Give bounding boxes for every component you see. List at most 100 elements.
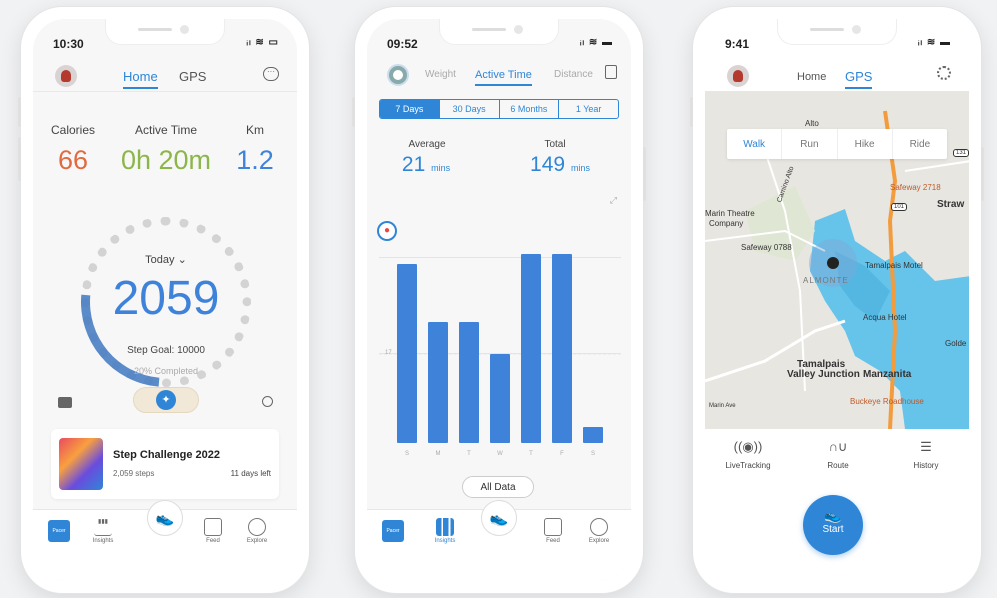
nav-insights[interactable]: Insights <box>425 518 465 544</box>
map-road <box>904 160 969 172</box>
map-label-buckeye: Buckeye Roadhouse <box>850 397 924 406</box>
phone-gps: 9:41 ᵢₗ ≋ ▬ Home GPS Alto Safeway 2718 M… <box>690 6 984 594</box>
range-30-days[interactable]: 30 Days <box>440 100 500 118</box>
nav-feed-label: Feed <box>206 538 220 544</box>
notch <box>439 19 559 45</box>
nav-center-shoe-button[interactable]: 👟 <box>147 500 183 536</box>
chart-bar[interactable] <box>552 254 572 443</box>
map-label-golden: Golde <box>945 339 967 348</box>
tab-active-time[interactable]: Active Time <box>475 69 532 86</box>
search-icon[interactable] <box>262 396 273 407</box>
nav-explore[interactable]: Explore <box>579 518 619 544</box>
map-label-safeway-2718: Safeway 2718 <box>890 183 941 192</box>
total-number: 149 <box>530 153 566 176</box>
expand-icon[interactable]: ⤢ <box>610 195 617 206</box>
live-tracking-label: LiveTracking <box>725 461 771 470</box>
day-selector[interactable]: Today ⌄ <box>116 253 216 266</box>
map-label-manzanita: Manzanita <box>863 369 912 380</box>
phone-active-time: 09:52 ᵢₗ ≋ ▬ Weight Active Time Distance… <box>352 6 646 594</box>
average-unit: mins <box>431 163 451 173</box>
range-6-months[interactable]: 6 Months <box>500 100 560 118</box>
chart-bar[interactable] <box>459 322 479 443</box>
bottom-nav: Pacer ▮▮▮ Insights 👟 Feed Explore <box>33 500 297 581</box>
route-label: Route <box>827 461 849 470</box>
map-label-alto: Alto <box>805 119 819 128</box>
nav-logo-button[interactable]: Pacer <box>382 520 404 542</box>
history-button[interactable]: ☰ History <box>891 439 961 470</box>
chart-bar[interactable] <box>397 264 417 443</box>
chart-x-label: S <box>590 451 595 457</box>
active-time-label: Active Time <box>134 123 197 137</box>
all-data-button[interactable]: All Data <box>462 476 534 498</box>
start-label: Start <box>822 524 844 535</box>
avatar[interactable] <box>55 65 77 87</box>
notes-icon[interactable] <box>605 65 617 79</box>
status-time: 9:41 <box>725 37 750 51</box>
nav-insights[interactable]: ▮▮▮ Insights <box>83 518 123 544</box>
map-label-company: Company <box>709 219 744 228</box>
phone-home: 10:30 ᵢₗ ≋ ▭ Home GPS ··· Calories Activ… <box>18 6 310 594</box>
status-time: 09:52 <box>387 37 418 51</box>
gear-icon[interactable] <box>937 66 951 80</box>
range-7-days[interactable]: 7 Days <box>380 100 440 118</box>
tab-weight[interactable]: Weight <box>425 69 456 80</box>
phone-side-button <box>643 147 646 201</box>
challenge-card[interactable]: Step Challenge 2022 2,059 steps 11 days … <box>51 429 279 499</box>
notch <box>105 19 225 45</box>
screen: 9:41 ᵢₗ ≋ ▬ Home GPS Alto Safeway 2718 M… <box>705 19 969 581</box>
runner-icon: ✦ <box>156 390 176 410</box>
completion-text: 20% Completed <box>133 366 199 376</box>
nav-insights-label: Insights <box>434 538 456 544</box>
shoe-icon: 👟 <box>824 507 842 523</box>
map-label-valley-junction: Valley Junction <box>787 369 860 380</box>
status-icons: ᵢₗ ≋ ▭ <box>246 37 279 48</box>
location-dot <box>827 257 839 269</box>
start-button[interactable]: 👟 Start <box>803 495 863 555</box>
nav-insights-label: Insights <box>92 538 114 544</box>
chart-bar[interactable] <box>583 427 603 443</box>
gps-actions: ((◉)) LiveTracking ∩∪ Route ☰ History <box>705 431 969 487</box>
map-label-safeway-0788: Safeway 0788 <box>741 243 792 252</box>
explore-icon <box>248 518 266 536</box>
active-time-chart: 17 S M T W T F S <box>379 229 621 465</box>
mode-hike[interactable]: Hike <box>838 129 893 159</box>
nav-center-shoe-button[interactable]: 👟 <box>481 500 517 536</box>
map-label-motel: Tamalpais Motel <box>865 261 923 270</box>
camera-icon[interactable] <box>58 397 72 408</box>
mode-walk[interactable]: Walk <box>727 129 783 159</box>
tab-distance[interactable]: Distance <box>554 69 593 80</box>
mode-run[interactable]: Run <box>782 129 838 159</box>
chart-x-label: T <box>467 451 471 457</box>
chart-bar[interactable] <box>490 354 510 443</box>
tab-gps[interactable]: GPS <box>845 69 873 89</box>
nav-explore-label: Explore <box>588 538 610 544</box>
chart-bar[interactable] <box>521 254 541 443</box>
activity-toggle[interactable]: ✦ <box>133 387 199 413</box>
chat-icon[interactable]: ··· <box>263 67 279 81</box>
nav-explore[interactable]: Explore <box>237 518 277 544</box>
status-icons: ᵢₗ ≋ ▬ <box>917 37 951 48</box>
nav-feed[interactable]: Feed <box>533 518 573 544</box>
chart-x-label: T <box>529 451 533 457</box>
challenge-title: Step Challenge 2022 <box>113 449 220 461</box>
tab-gps[interactable]: GPS <box>179 69 206 84</box>
challenge-steps: 2,059 steps <box>113 469 155 478</box>
total-unit: mins <box>570 163 590 173</box>
tab-home[interactable]: Home <box>123 69 158 89</box>
live-tracking-button[interactable]: ((◉)) LiveTracking <box>713 439 783 470</box>
screen: 10:30 ᵢₗ ≋ ▭ Home GPS ··· Calories Activ… <box>33 19 297 581</box>
phone-side-button <box>352 97 355 127</box>
route-button[interactable]: ∩∪ Route <box>803 439 873 470</box>
nav-logo-button[interactable]: Pacer <box>48 520 70 542</box>
list-icon: ☰ <box>920 439 932 454</box>
range-1-year[interactable]: 1 Year <box>559 100 618 118</box>
avatar[interactable] <box>727 65 749 87</box>
map-route-131: 131 <box>953 149 969 157</box>
chart-bar[interactable] <box>428 322 448 443</box>
avatar[interactable] <box>387 64 409 86</box>
tab-home[interactable]: Home <box>797 71 826 83</box>
nav-feed[interactable]: Feed <box>193 518 233 544</box>
mode-ride[interactable]: Ride <box>893 129 947 159</box>
km-label: Km <box>246 123 264 137</box>
insights-icon: ▮▮▮ <box>94 518 112 536</box>
